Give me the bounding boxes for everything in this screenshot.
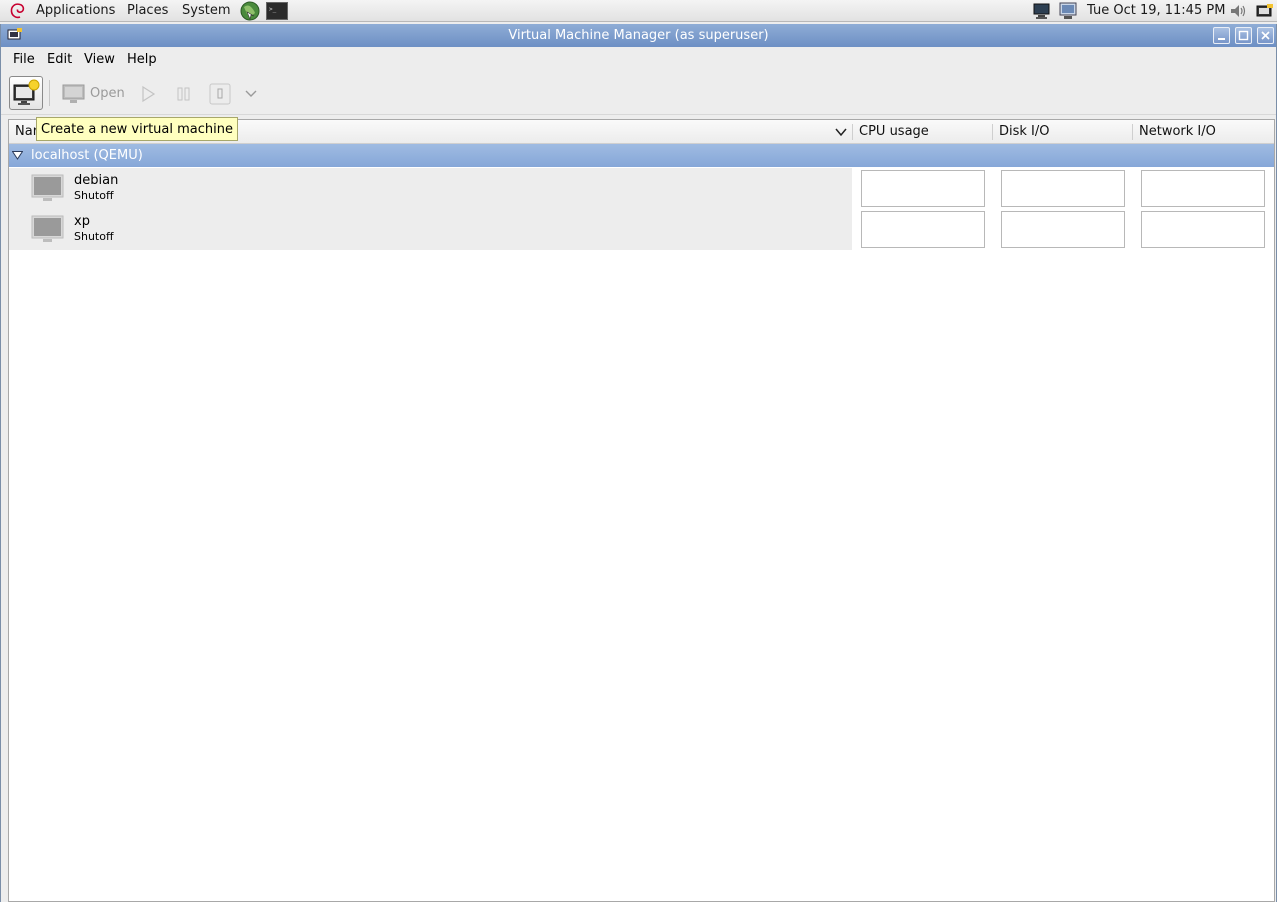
toolbar: Open [1,73,1276,115]
terminal-icon[interactable]: >_ [266,1,288,21]
column-name[interactable]: Nar [9,120,38,144]
column-disk-io[interactable]: Disk I/O [993,120,1050,144]
view-menu[interactable]: View [80,47,119,73]
vm-status: Shutoff [74,230,114,243]
open-console-icon[interactable] [62,84,86,104]
volume-icon[interactable] [1228,2,1248,20]
window-title: Virtual Machine Manager (as superuser) [508,28,769,43]
applications-menu[interactable]: Applications [36,0,115,22]
vm-name-cell: xp Shutoff [9,209,852,250]
edit-menu[interactable]: Edit [43,47,76,73]
maximize-icon [1238,30,1249,41]
places-menu[interactable]: Places [127,0,168,22]
run-icon[interactable] [140,85,156,103]
cpu-usage-graph [861,170,985,207]
disk-io-graph [1001,211,1125,248]
vm-list[interactable]: Nar CPU usage Disk I/O Network I/O local… [8,119,1275,902]
cpu-usage-graph [861,211,985,248]
vm-name: xp [74,214,90,229]
clock[interactable]: Tue Oct 19, 11:45 PM [1087,0,1225,22]
network-io-graph [1141,170,1265,207]
window-titlebar[interactable]: Virtual Machine Manager (as superuser) [1,24,1276,47]
vm-monitor-icon [31,174,64,201]
vm-name: debian [74,173,119,188]
system-menu[interactable]: System [182,0,230,22]
vm-monitor-icon [31,215,64,242]
top-panel: Applications Places System >_ Tue Oct 19… [0,0,1277,22]
column-network-io[interactable]: Network I/O [1133,120,1216,144]
close-icon [1261,31,1270,40]
help-menu[interactable]: Help [123,47,161,73]
virt-manager-window: Virtual Machine Manager (as superuser) F… [0,24,1277,902]
minimize-button[interactable] [1213,27,1230,44]
menubar: File Edit View Help [1,47,1276,73]
connection-label: localhost (QEMU) [31,148,143,163]
disk-io-graph [1001,170,1125,207]
column-chooser-chevron-icon[interactable] [835,128,847,137]
new-vm-button[interactable] [9,76,43,110]
web-browser-icon[interactable] [239,1,261,21]
minimize-icon [1218,38,1225,40]
file-menu[interactable]: File [9,47,39,73]
column-cpu-usage[interactable]: CPU usage [853,120,929,144]
vm-name-cell: debian Shutoff [9,168,852,209]
vm-status: Shutoff [74,189,114,202]
connection-row[interactable]: localhost (QEMU) [9,144,1274,167]
maximize-button[interactable] [1235,27,1252,44]
network-icon[interactable] [1032,2,1052,20]
pause-icon[interactable] [176,86,192,102]
toolbar-separator [49,80,50,106]
shutdown-menu-chevron-icon[interactable] [244,89,258,99]
debian-swirl-icon[interactable] [9,2,27,20]
close-button[interactable] [1257,27,1274,44]
open-button[interactable]: Open [90,86,125,101]
shutdown-icon[interactable] [209,83,231,105]
vm-row-debian[interactable]: debian Shutoff [9,168,1274,209]
window-menu-icon[interactable] [7,28,23,43]
network-io-graph [1141,211,1265,248]
expander-icon[interactable] [12,151,23,160]
new-vm-tooltip: Create a new virtual machine [36,117,238,141]
virt-manager-icon[interactable] [1255,2,1275,20]
new-vm-icon [13,79,40,105]
vm-row-xp[interactable]: xp Shutoff [9,209,1274,250]
display-icon[interactable] [1058,2,1078,20]
svg-text:>_: >_ [269,6,277,13]
